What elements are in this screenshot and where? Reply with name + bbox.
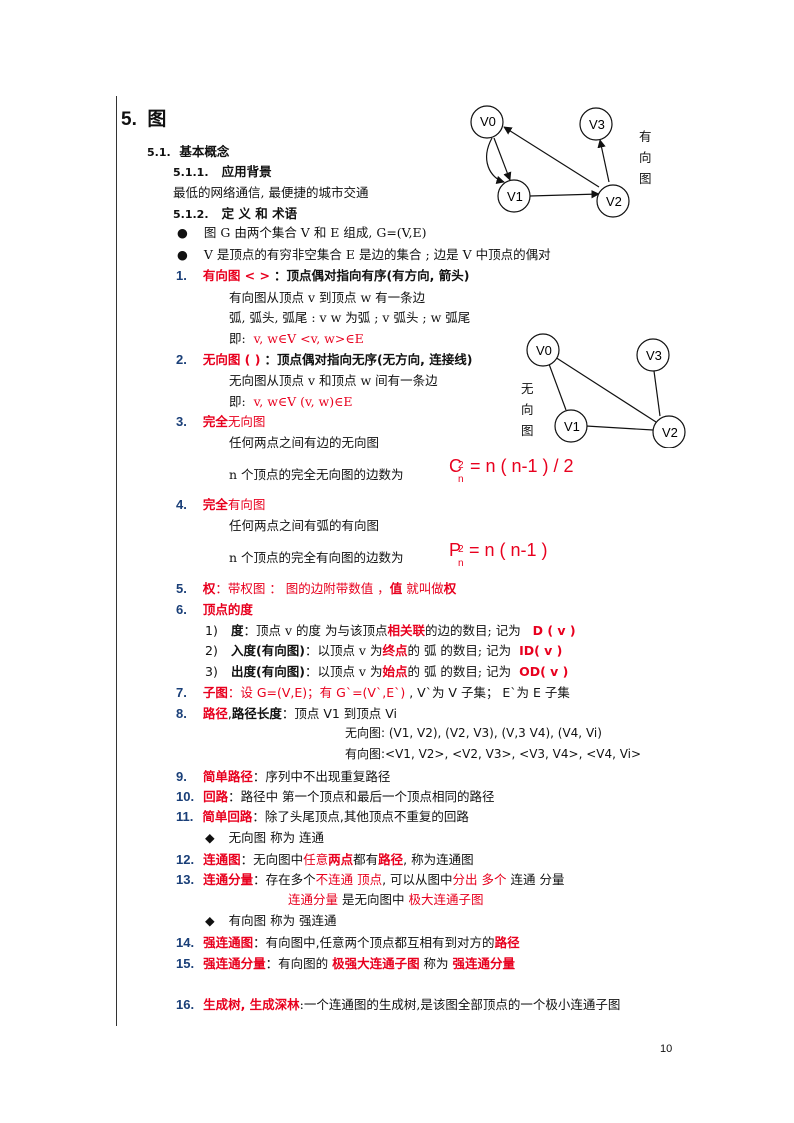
- item-12: 12. 连通图：无向图中任意两点都有路径, 称为连通图: [176, 852, 474, 867]
- edge-v1-v2: [529, 190, 600, 199]
- node-v1-label: V1: [507, 189, 523, 204]
- node-v3-label: V3: [589, 117, 605, 132]
- item-2-line-1: 无向图从顶点 v 和顶点 w 间有一条边: [229, 373, 438, 388]
- undirected-graph-diagram: V0 V1 V2 V3: [526, 333, 686, 448]
- node-v2: V2: [652, 415, 686, 448]
- node-v0: V0: [470, 105, 504, 139]
- node-v0: V0: [526, 333, 560, 367]
- diamond-item-1: ◆ 无向图 称为 连通: [205, 830, 325, 845]
- node-v2: V2: [596, 184, 630, 218]
- item-1-line-3: 即: v, w∈V <v, w>∈E: [229, 331, 364, 346]
- item-1-heading: 1. 有向图 < > ：顶点偶对指向有序(有方向, 箭头): [176, 268, 470, 283]
- node-v3-label: V3: [646, 348, 662, 363]
- bullet-1: ● 图 G 由两个集合 V 和 E 组成, G=(V,E): [177, 225, 427, 240]
- item-1-line-2: 弧, 弧头, 弧尾 : v w 为弧 ; v 弧头 ; w 弧尾: [229, 310, 471, 325]
- bullet-2: ● V 是顶点的有穷非空集合 E 是边的集合 ; 边是 V 中顶点的偶对: [177, 247, 551, 262]
- node-v2-label: V2: [662, 425, 678, 440]
- item-8-directed-path: 有向图:<V1, V2>, <V2, V3>, <V3, V4>, <V4, V…: [345, 747, 642, 761]
- formula-permutation: P 2 n = n ( n-1 ): [449, 540, 548, 569]
- node-v3: V3: [579, 107, 613, 141]
- item-11: 11. 简单回路：除了头尾顶点,其他顶点不重复的回路: [176, 809, 469, 824]
- item-7: 7. 子图：设 G=(V,E)；有 G`=(V`,E`) , V`为 V 子集；…: [176, 685, 570, 700]
- edge-v1-v0: [486, 137, 505, 184]
- subsubsection-heading-2: 5.1.2. 定 义 和 术语: [173, 206, 298, 221]
- item-4-count-text: n 个顶点的完全有向图的边数为: [229, 550, 404, 565]
- degree-row-3: 3) 出度(有向图)：以顶点 v 为始点的 弧 的数目; 记为 OD( v ): [205, 664, 569, 679]
- node-v3: V3: [636, 338, 670, 372]
- node-v1: V1: [497, 179, 531, 213]
- diamond-bullet-icon: ◆: [205, 913, 215, 928]
- edge-v2-v3: [653, 370, 661, 417]
- undirected-graph-label: 无向图: [521, 381, 534, 438]
- item-10: 10. 回路：路径中 第一个顶点和最后一个顶点相同的路径: [176, 789, 495, 804]
- diamond-bullet-icon: ◆: [205, 830, 215, 845]
- item-1-line-1: 有向图从顶点 v 到顶点 w 有一条边: [229, 290, 426, 305]
- node-v1-label: V1: [564, 419, 580, 434]
- formula-combination: C 2 n = n ( n-1 ) / 2: [449, 456, 574, 485]
- item-8: 8. 路径,路径长度：顶点 V1 到顶点 Vi: [176, 706, 398, 721]
- item-5: 5. 权：带权图 ： 图的边附带数值 ，值 就叫做权: [176, 581, 457, 596]
- edge-v1-v2: [585, 425, 654, 431]
- item-13: 13. 连通分量：存在多个不连通 顶点, 可以从图中分出 多个 连通 分量: [176, 872, 565, 887]
- item-16: 16. 生成树, 生成深林:一个连通图的生成树,是该图全部顶点的一个极小连通子图: [176, 997, 621, 1012]
- subsection-heading: 5.1. 基本概念: [147, 144, 230, 159]
- edge-v2-v3: [597, 139, 610, 183]
- subsubsection-heading-1: 5.1.1. 应用背景: [173, 164, 272, 179]
- page-number: 10: [660, 1043, 673, 1055]
- degree-row-2: 2) 入度(有向图)：以顶点 v 为终点的 弧 的数目; 记为 ID( v ): [205, 643, 563, 658]
- item-14: 14. 强连通图：有向图中,任意两个顶点都互相有到对方的路径: [176, 935, 520, 950]
- bullet-dot-icon: ●: [177, 247, 188, 262]
- item-4-line-1: 任何两点之间有弧的有向图: [229, 518, 380, 533]
- degree-row-1: 1) 度：顶点 v 的度 为与该顶点相关联的边的数目; 记为 D ( v ): [205, 623, 576, 638]
- node-v0-label: V0: [536, 343, 552, 358]
- node-v2-label: V2: [606, 194, 622, 209]
- item-9: 9. 简单路径：序列中不出现重复路径: [176, 769, 391, 784]
- item-4-heading: 4. 完全有向图: [176, 497, 266, 512]
- directed-graph-label: 有向图: [639, 129, 652, 186]
- item-3-count-text: n 个顶点的完全无向图的边数为: [229, 467, 404, 482]
- item-8-undirected-path: 无向图: (V1, V2), (V2, V3), (V,3 V4), (V4, …: [345, 726, 602, 740]
- item-3-heading: 3. 完全无向图: [176, 414, 266, 429]
- margin-line: [116, 96, 117, 1026]
- background-text: 最低的网络通信, 最便捷的城市交通: [173, 185, 369, 200]
- item-2-heading: 2. 无向图 ( ) ：顶点偶对指向无序(无方向, 连接线): [176, 352, 473, 367]
- node-v1: V1: [554, 409, 588, 443]
- section-heading: 5. 图: [121, 109, 167, 130]
- item-2-line-2: 即: v, w∈V (v, w)∈E: [229, 394, 353, 409]
- bullet-dot-icon: ●: [177, 225, 188, 240]
- edge-v0-v1: [493, 137, 512, 181]
- diamond-item-2: ◆ 有向图 称为 强连通: [205, 913, 337, 928]
- item-15: 15. 强连通分量：有向图的 极强大连通子图 称为 强连通分量: [176, 956, 516, 971]
- node-v0-label: V0: [480, 114, 496, 129]
- item-6-heading: 6. 顶点的度: [176, 602, 253, 617]
- item-3-line-1: 任何两点之间有边的无向图: [229, 435, 380, 450]
- edge-v0-v1: [548, 363, 567, 411]
- item-13-line-2: 连通分量 是无向图中 极大连通子图: [288, 892, 484, 907]
